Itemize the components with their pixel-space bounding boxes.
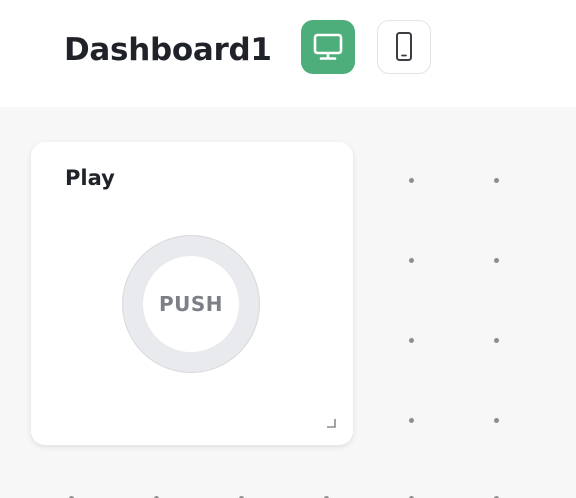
widget-title: Play bbox=[65, 166, 115, 190]
grid-dot bbox=[494, 338, 499, 343]
grid-dot bbox=[494, 418, 499, 423]
grid-dot bbox=[409, 178, 414, 183]
dashboard-canvas[interactable]: Play PUSH bbox=[0, 107, 576, 498]
dashboard-title: Dashboard1 bbox=[64, 32, 272, 68]
grid-dot bbox=[409, 418, 414, 423]
push-button-label: PUSH bbox=[143, 256, 239, 352]
mobile-view-button[interactable] bbox=[377, 20, 431, 74]
grid-dot bbox=[494, 178, 499, 183]
grid-dot bbox=[409, 338, 414, 343]
desktop-monitor-icon bbox=[313, 33, 343, 60]
play-widget-card[interactable]: Play PUSH bbox=[31, 142, 353, 445]
dashboard-header: Dashboard1 bbox=[0, 0, 576, 107]
push-button[interactable]: PUSH bbox=[122, 235, 260, 373]
grid-dot bbox=[494, 258, 499, 263]
resize-handle-icon[interactable] bbox=[325, 417, 337, 429]
mobile-phone-icon bbox=[396, 32, 412, 61]
desktop-view-button[interactable] bbox=[301, 20, 355, 74]
grid-dot bbox=[409, 258, 414, 263]
